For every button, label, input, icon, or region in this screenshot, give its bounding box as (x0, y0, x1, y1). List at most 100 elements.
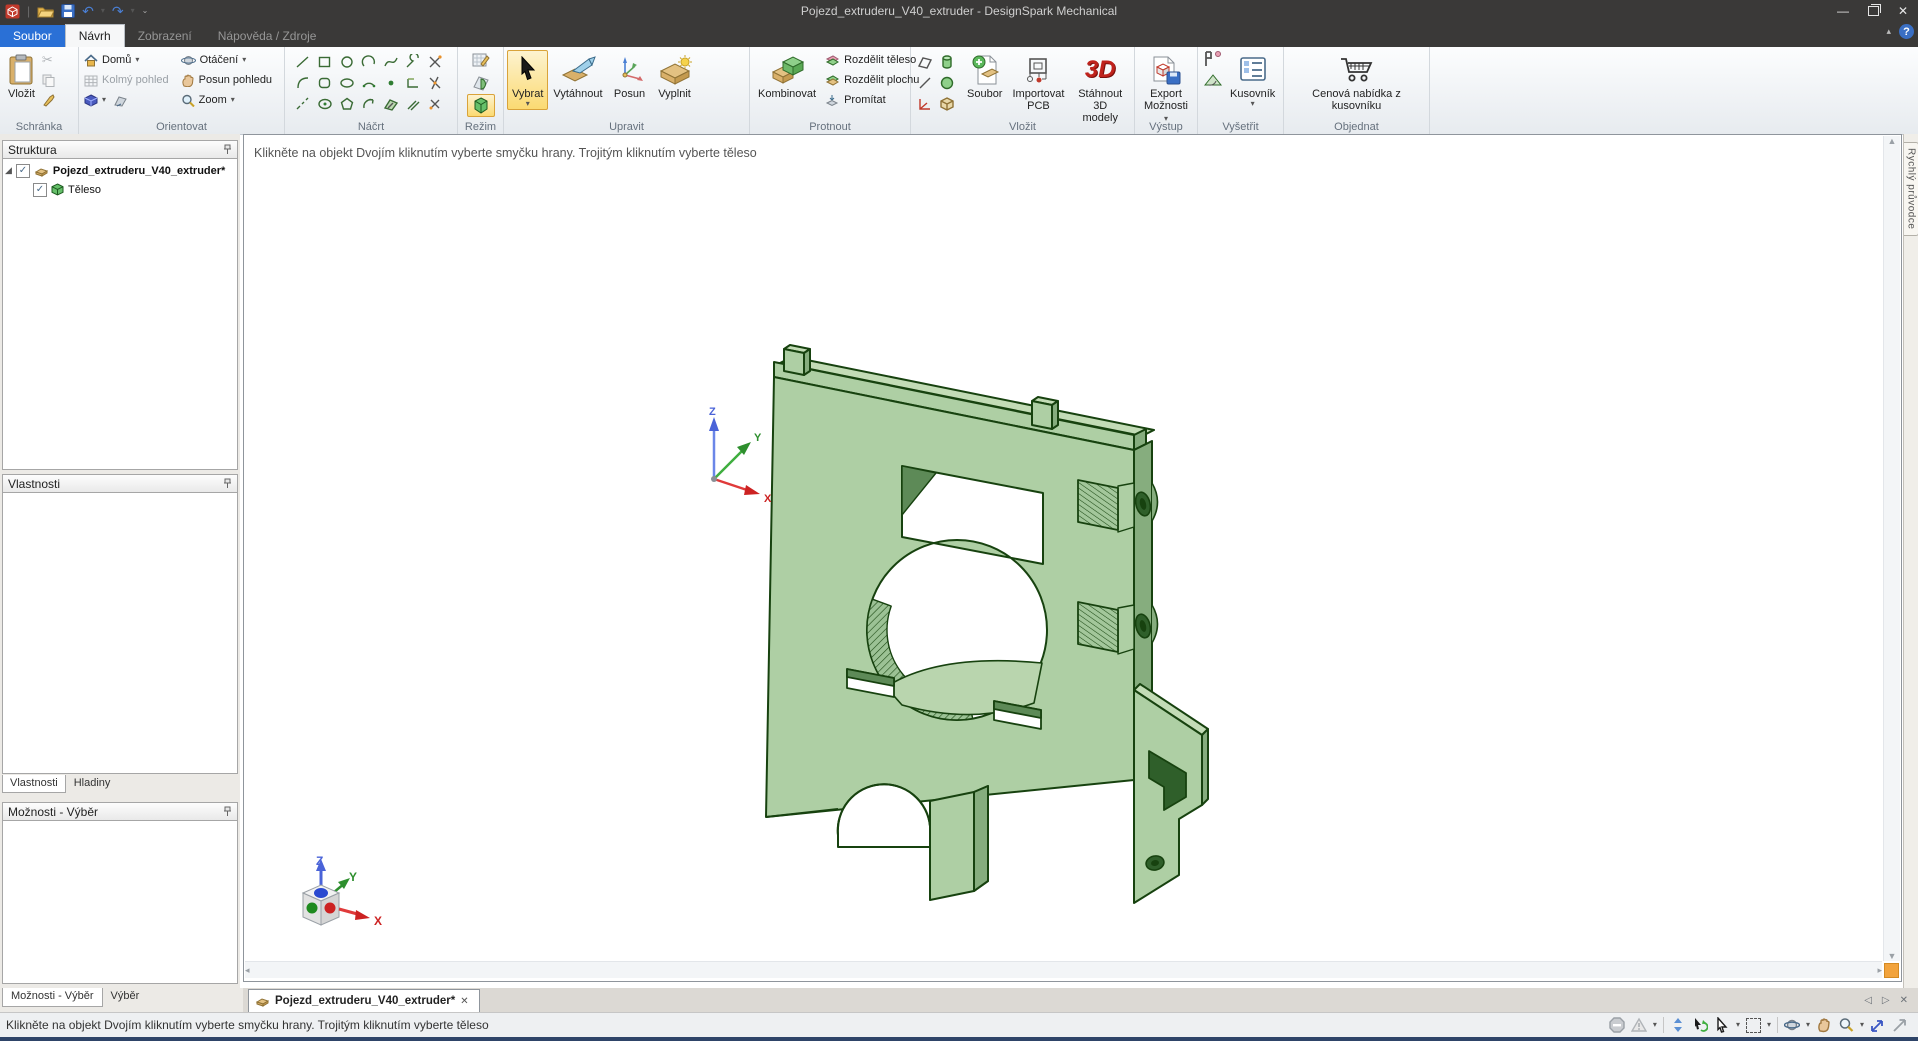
pin-icon[interactable] (223, 478, 232, 489)
document-close-icon[interactable]: ✕ (460, 996, 468, 1007)
caret-icon[interactable]: ▾ (1653, 1021, 1657, 1029)
spinner-icon[interactable] (1670, 1017, 1686, 1033)
solid-mode-button[interactable] (467, 94, 495, 117)
pan-view-button[interactable]: Posun pohledu (179, 70, 274, 90)
rotate-arc-icon[interactable] (358, 93, 380, 114)
insert-file-button[interactable]: Soubor (962, 50, 1007, 102)
tab-scroll-left-icon[interactable]: ◁ (1864, 995, 1872, 1006)
tab-navrh[interactable]: Návrh (65, 24, 125, 47)
spin-button[interactable]: Otáčení▾ (179, 50, 274, 70)
sphere-icon[interactable] (936, 72, 958, 93)
tab-vlastnosti[interactable]: Vlastnosti (2, 775, 66, 793)
pointer-arrow-icon[interactable] (1892, 1017, 1908, 1033)
project-button[interactable]: Promítat (823, 90, 921, 110)
options-panel-header[interactable]: Možnosti - Výběr (2, 802, 238, 821)
scroll-left-icon[interactable]: ◂ (245, 965, 250, 976)
format-painter-icon[interactable] (40, 90, 58, 110)
split-face-button[interactable]: Rozdělit plochu (823, 70, 921, 90)
trim-small-icon[interactable] (424, 93, 446, 114)
combine-button[interactable]: Kombinovat (753, 50, 821, 102)
paste-button[interactable]: Vložit (3, 50, 40, 102)
tree-teleso-label[interactable]: Těleso (68, 184, 101, 196)
origin-cube-triad[interactable]: Z Y X (289, 851, 389, 946)
cut-icon[interactable]: ✂ (40, 50, 58, 70)
document-tab[interactable]: Pojezd_extruderu_V40_extruder* ✕ (248, 989, 480, 1012)
pan-icon[interactable] (1816, 1017, 1832, 1033)
cylinder-icon[interactable] (936, 51, 958, 72)
model-3d[interactable] (734, 335, 1234, 935)
tab-scroll-right-icon[interactable]: ▷ (1882, 995, 1890, 1006)
collapse-ribbon-icon[interactable]: ▴ (1886, 26, 1891, 37)
tab-hladiny[interactable]: Hladiny (67, 775, 118, 793)
bom-button[interactable]: Kusovník ▾ (1225, 50, 1280, 110)
properties-panel-header[interactable]: Vlastnosti (2, 474, 238, 493)
quick-guide-tab[interactable]: Rychlý průvodce (1904, 142, 1918, 236)
minimize-button[interactable]: — (1828, 0, 1858, 22)
tree-root-label[interactable]: Pojezd_extruderu_V40_extruder* (53, 165, 225, 177)
bom-caret-icon[interactable]: ▾ (1251, 100, 1255, 108)
section-mode-button[interactable] (467, 71, 495, 94)
scroll-down-icon[interactable]: ▼ (1888, 951, 1897, 961)
zoom-icon[interactable] (1838, 1017, 1854, 1033)
tab-soubor[interactable]: Soubor (0, 25, 65, 47)
point-icon[interactable] (380, 72, 402, 93)
pin-icon[interactable] (223, 806, 232, 817)
tab-vyber[interactable]: Výběr (103, 988, 148, 1006)
trim-icon[interactable] (424, 51, 446, 72)
polygon-icon[interactable] (336, 93, 358, 114)
export-button[interactable]: ExportMožnosti ▾ (1138, 50, 1194, 126)
caret-icon[interactable]: ▾ (1806, 1021, 1810, 1029)
axis-line-icon[interactable] (914, 72, 936, 93)
scroll-up-icon[interactable]: ▲ (1888, 136, 1897, 146)
caret-icon[interactable]: ▾ (1767, 1021, 1771, 1029)
horizontal-scrollbar[interactable]: ◂ ▸ (245, 961, 1882, 978)
plane-icon[interactable] (914, 51, 936, 72)
redo-icon[interactable]: ↷ (112, 2, 124, 20)
rounded-rectangle-icon[interactable] (314, 72, 336, 93)
ortho-view-button[interactable]: Kolmý pohled (82, 70, 171, 90)
undo-caret-icon[interactable]: ▾ (101, 7, 105, 15)
pull-button[interactable]: Vytáhnout (548, 50, 607, 102)
undo-icon[interactable]: ↶ (82, 2, 94, 20)
selection-box-icon[interactable] (1746, 1018, 1761, 1033)
corner-icon[interactable] (402, 72, 424, 93)
vertical-scrollbar[interactable]: ▲ ▼ (1883, 136, 1900, 961)
warning-icon[interactable] (1631, 1017, 1647, 1033)
open-file-icon[interactable] (37, 2, 54, 20)
caret-icon[interactable]: ▾ (1736, 1021, 1740, 1029)
line-icon[interactable] (292, 51, 314, 72)
measure-angle-icon[interactable] (1201, 70, 1225, 90)
quote-button[interactable]: Cenová nabídka z kusovníku (1302, 50, 1412, 114)
tab-zobrazeni[interactable]: Zobrazení (125, 25, 205, 47)
zoom-button[interactable]: Zoom▾ (179, 90, 274, 110)
customize-qat-icon[interactable]: ⌄ (142, 7, 149, 15)
caret-icon[interactable]: ▾ (1860, 1021, 1864, 1029)
structure-tree[interactable]: ◢ ✓ Pojezd_extruderu_V40_extruder* ✓ Těl… (2, 159, 238, 470)
fill-button[interactable]: Vyplnit (652, 50, 698, 102)
select-return-icon[interactable] (1692, 1017, 1708, 1033)
datum-axes-icon[interactable] (914, 93, 936, 114)
construction-line-icon[interactable] (292, 93, 314, 114)
import-pcb-button[interactable]: Importovat PCB (1007, 50, 1069, 114)
structure-panel-header[interactable]: Struktura (2, 140, 238, 159)
spline-icon[interactable] (380, 51, 402, 72)
rectangle-icon[interactable] (314, 51, 336, 72)
download-3d-button[interactable]: 3D Stáhnout 3D modely (1069, 50, 1131, 126)
view-sheet-icon[interactable] (113, 94, 128, 107)
move-button[interactable]: Posun (608, 50, 652, 102)
tangent-arc-icon[interactable] (402, 51, 424, 72)
redo-caret-icon[interactable]: ▾ (131, 7, 135, 15)
home-view-button[interactable]: Domů▾ (82, 50, 171, 70)
select-button[interactable]: Vybrat ▾ (507, 50, 548, 110)
center-ellipse-icon[interactable] (314, 93, 336, 114)
tree-expander-icon[interactable]: ◢ (5, 165, 12, 176)
curve-icon[interactable] (292, 72, 314, 93)
tab-close-all-icon[interactable]: ✕ (1900, 995, 1908, 1006)
measure-caliper-icon[interactable] (1201, 50, 1225, 70)
teleso-checkbox[interactable]: ✓ (33, 183, 47, 197)
root-checkbox[interactable]: ✓ (16, 164, 30, 178)
app-logo-icon[interactable] (5, 2, 20, 20)
help-icon[interactable]: ? (1899, 24, 1914, 39)
zoom-arrow-icon[interactable] (1870, 1017, 1886, 1033)
sketch-plane-icon[interactable] (380, 93, 402, 114)
